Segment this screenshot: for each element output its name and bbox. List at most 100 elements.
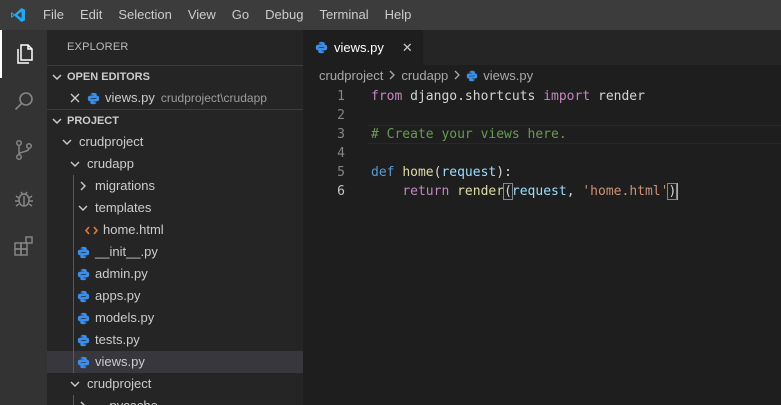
code-text[interactable]: return render(request, 'home.html') bbox=[371, 182, 679, 201]
breadcrumb-item[interactable]: views.py bbox=[483, 65, 533, 87]
python-file-icon bbox=[315, 41, 328, 54]
tree-item-templates[interactable]: templates bbox=[47, 197, 303, 219]
tree-item-label: crudproject bbox=[79, 134, 144, 149]
explorer-icon[interactable] bbox=[0, 30, 47, 78]
tree-item-label: __init__.py bbox=[95, 244, 158, 259]
tab-label: views.py bbox=[334, 40, 384, 55]
menu-item[interactable]: Terminal bbox=[311, 0, 376, 30]
tree-item-label: __pycache__ bbox=[95, 395, 172, 405]
tree-item-migrations[interactable]: migrations bbox=[47, 175, 303, 197]
code-line: 3 # Create your views here. bbox=[303, 125, 781, 144]
tab-bar: views.py ✕ bbox=[303, 30, 781, 65]
tree-item-label: home.html bbox=[103, 222, 164, 237]
debug-icon[interactable] bbox=[0, 174, 47, 222]
tree-item-admin-py[interactable]: admin.py bbox=[47, 263, 303, 285]
tree-item-views-py[interactable]: views.py bbox=[47, 351, 303, 373]
tree-item-label: models.py bbox=[95, 310, 155, 325]
line-number: 5 bbox=[337, 165, 345, 180]
tab-views-py[interactable]: views.py ✕ bbox=[303, 30, 423, 65]
extensions-icon[interactable] bbox=[0, 222, 47, 270]
project-header[interactable]: PROJECT bbox=[47, 109, 303, 131]
tab-close-icon[interactable]: ✕ bbox=[402, 40, 413, 56]
tree-item-label: crudapp bbox=[87, 156, 134, 171]
indent-guide bbox=[73, 175, 74, 197]
tree-item-label: views.py bbox=[95, 354, 145, 369]
line-number: 2 bbox=[337, 108, 345, 123]
chevron-down-icon bbox=[75, 203, 91, 213]
breadcrumb-item[interactable]: crudapp bbox=[401, 65, 448, 87]
line-number: 6 bbox=[337, 184, 345, 199]
tree-item-crudproject[interactable]: crudproject bbox=[47, 373, 303, 395]
source-control-icon[interactable] bbox=[0, 126, 47, 174]
tree-item-init-py[interactable]: __init__.py bbox=[47, 241, 303, 263]
indent-guide bbox=[73, 395, 74, 405]
search-icon[interactable] bbox=[0, 78, 47, 126]
menu-item[interactable]: Edit bbox=[72, 0, 110, 30]
menu-item[interactable]: Selection bbox=[110, 0, 179, 30]
explorer-sidebar: EXPLORER OPEN EDITORS views.py crudproje… bbox=[47, 30, 303, 405]
code-comment[interactable]: # Create your views here. bbox=[371, 125, 567, 144]
python-file-icon bbox=[75, 268, 91, 281]
code-line: 1 from django.shortcuts import render bbox=[303, 87, 781, 106]
python-file-icon bbox=[75, 246, 91, 259]
close-icon[interactable] bbox=[67, 93, 83, 103]
html-file-icon bbox=[83, 225, 99, 236]
chevron-down-icon bbox=[47, 116, 67, 126]
tree-item-label: apps.py bbox=[95, 288, 141, 303]
indent-guide bbox=[73, 307, 74, 329]
menu-item[interactable]: File bbox=[35, 0, 72, 30]
sidebar-title: EXPLORER bbox=[67, 41, 129, 53]
indent-guide bbox=[73, 329, 74, 351]
tree-item-label: tests.py bbox=[95, 332, 140, 347]
chevron-down-icon bbox=[59, 137, 75, 147]
breadcrumb-item[interactable]: crudproject bbox=[319, 65, 383, 87]
title-bar: File Edit Selection View Go Debug Terminal Help bbox=[0, 0, 781, 30]
code-line-current: 6 return render(request, 'home.html') bbox=[303, 182, 781, 201]
open-editor-name: views.py bbox=[105, 90, 155, 105]
tree-item-tests-py[interactable]: tests.py bbox=[47, 329, 303, 351]
indent-guide bbox=[73, 351, 74, 373]
code-line: 4 bbox=[303, 144, 781, 163]
menu-item[interactable]: View bbox=[180, 0, 224, 30]
menu-item[interactable]: Go bbox=[224, 0, 257, 30]
chevron-right-icon bbox=[388, 65, 396, 87]
open-editor-item[interactable]: views.py crudproject\crudapp bbox=[47, 87, 303, 109]
tree-item-label: crudproject bbox=[87, 376, 152, 391]
menu-item[interactable]: Debug bbox=[257, 0, 311, 30]
python-file-icon bbox=[466, 70, 478, 82]
code-text[interactable]: def home(request): bbox=[371, 163, 512, 182]
indent-guide bbox=[73, 197, 74, 219]
indent-guide bbox=[73, 263, 74, 285]
menu-item[interactable]: Help bbox=[377, 0, 420, 30]
open-editors-header[interactable]: OPEN EDITORS bbox=[47, 65, 303, 87]
code-line: 2 bbox=[303, 106, 781, 125]
line-number: 3 bbox=[337, 127, 345, 142]
tree-item-models-py[interactable]: models.py bbox=[47, 307, 303, 329]
chevron-down-icon bbox=[67, 379, 83, 389]
code-line: 5 def home(request): bbox=[303, 163, 781, 182]
line-number: 4 bbox=[337, 146, 345, 161]
tree-item-apps-py[interactable]: apps.py bbox=[47, 285, 303, 307]
chevron-down-icon bbox=[67, 159, 83, 169]
code-text[interactable]: from django.shortcuts import render bbox=[371, 87, 645, 106]
tree-item-label: admin.py bbox=[95, 266, 148, 281]
chevron-right-icon bbox=[75, 401, 91, 405]
text-cursor bbox=[676, 183, 679, 200]
line-number: 1 bbox=[337, 89, 345, 104]
activity-bar bbox=[0, 30, 47, 405]
chevron-right-icon bbox=[453, 65, 461, 87]
python-file-icon bbox=[75, 356, 91, 369]
vscode-logo-icon bbox=[0, 0, 35, 30]
tree-item-crudapp[interactable]: crudapp bbox=[47, 153, 303, 175]
chevron-down-icon bbox=[47, 72, 67, 82]
chevron-right-icon bbox=[75, 181, 91, 191]
tree-item-crudproject[interactable]: crudproject bbox=[47, 131, 303, 153]
tree-item-label: migrations bbox=[95, 178, 155, 193]
tree-item-pycache[interactable]: __pycache__ bbox=[47, 395, 303, 405]
code-editor[interactable]: 1 from django.shortcuts import render 2 … bbox=[303, 87, 781, 201]
python-file-icon bbox=[75, 312, 91, 325]
project-tree: crudproject crudapp migrations templates hom… bbox=[47, 131, 303, 405]
indent-guide bbox=[73, 285, 74, 307]
editor-area: views.py ✕ crudproject crudapp views.py … bbox=[303, 30, 781, 405]
tree-item-home-html[interactable]: home.html bbox=[47, 219, 303, 241]
